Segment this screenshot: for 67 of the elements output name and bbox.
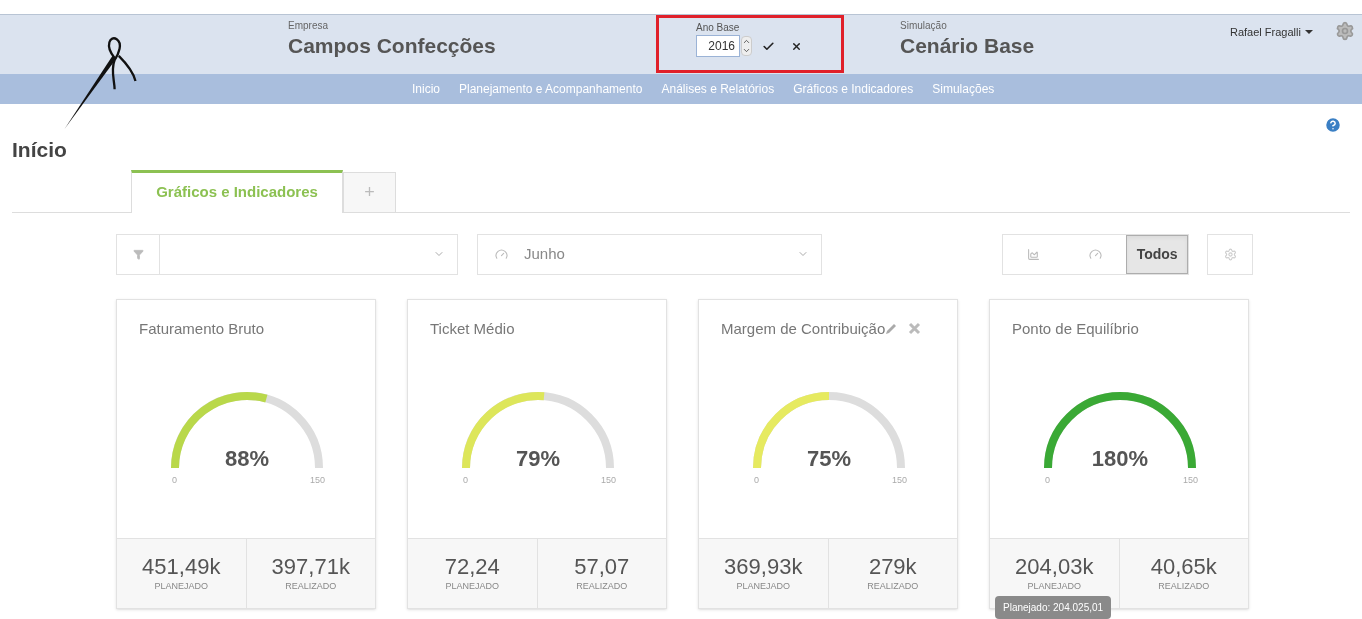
- realized-label: REALIZADO: [1158, 580, 1210, 593]
- realized-value: 40,65k: [1150, 552, 1217, 580]
- realized-value: 279k: [868, 552, 917, 580]
- year-label: Ano Base: [696, 21, 741, 35]
- realized-value: 57,07: [574, 552, 630, 580]
- gauge-percent: 180%: [1090, 445, 1150, 473]
- gauge-min: 0: [172, 474, 177, 487]
- caret-icon: [1304, 30, 1313, 35]
- planned-label: PLANEJADO: [736, 580, 790, 593]
- gauge-min: 0: [754, 474, 759, 487]
- spinner-control[interactable]: [741, 36, 752, 56]
- all-view-button[interactable]: Todos: [1126, 234, 1188, 274]
- chevron-down-icon: [742, 46, 751, 55]
- card-title: Ticket Médio: [430, 318, 515, 339]
- card-title: Margem de Contribuição: [721, 318, 886, 339]
- simulation-name: Cenário Base: [900, 33, 1036, 59]
- company-name: Campos Confecções: [288, 33, 497, 59]
- tab[interactable]: Gráficos e Indicadores: [131, 169, 343, 213]
- area-chart-icon: [1027, 247, 1041, 261]
- gauge-icon: [1089, 247, 1102, 261]
- planned-value: 369,93k: [724, 552, 803, 580]
- close-icon[interactable]: [791, 40, 802, 52]
- edit-close-icons[interactable]: [885, 322, 922, 336]
- card-title: Faturamento Bruto: [139, 318, 265, 339]
- help-icon[interactable]: [1324, 116, 1342, 134]
- user-menu[interactable]: Rafael Fragalli: [1230, 24, 1313, 41]
- nav-link[interactable]: Gráficos e Indicadores: [793, 80, 914, 98]
- realized-label: REALIZADO: [867, 580, 919, 593]
- settings-icon[interactable]: [1334, 21, 1355, 41]
- planned-value: 72,24: [444, 552, 500, 580]
- planned-label: PLANEJADO: [1027, 580, 1081, 593]
- planned-label: PLANEJADO: [154, 580, 208, 593]
- nav-link[interactable]: Análises e Relatórios: [661, 80, 775, 98]
- nav-link[interactable]: Simulações: [932, 80, 995, 98]
- realized-label: REALIZADO: [285, 580, 337, 593]
- nav-link[interactable]: Planejamento e Acompanhamento: [459, 80, 643, 98]
- realized-label: REALIZADO: [576, 580, 628, 593]
- gauge-percent: 88%: [223, 445, 270, 473]
- gauge-max: 150: [601, 474, 617, 487]
- card-title: Ponto de Equilíbrio: [1012, 318, 1139, 339]
- planned-value: 204,03k: [1015, 552, 1094, 580]
- add-tab-button[interactable]: +: [343, 171, 396, 212]
- gauge-max: 150: [1183, 474, 1199, 487]
- year-field[interactable]: 2016: [696, 35, 740, 57]
- gauge-percent: 79%: [514, 445, 561, 473]
- settings-button[interactable]: [1207, 233, 1253, 275]
- filter-select[interactable]: [116, 233, 458, 275]
- planned-label: PLANEJADO: [445, 580, 499, 593]
- page-title: Início: [12, 137, 67, 163]
- chevron-up-icon: [742, 37, 751, 46]
- company-label: Empresa: [288, 19, 329, 33]
- check-icon[interactable]: [762, 39, 775, 53]
- realized-value: 397,71k: [271, 552, 350, 580]
- gauge-min: 0: [1045, 474, 1050, 487]
- filter-icon: [132, 248, 144, 260]
- planned-value: 451,49k: [142, 552, 221, 580]
- gauge-min: 0: [463, 474, 468, 487]
- simulation-label: Simulação: [900, 19, 948, 33]
- month-value: Junho: [524, 243, 566, 264]
- gauge-icon: [494, 247, 508, 261]
- gauge-max: 150: [310, 474, 326, 487]
- settings-icon: [1223, 247, 1237, 261]
- gauge-percent: 75%: [805, 445, 852, 473]
- nav-link[interactable]: Inicio: [412, 80, 440, 98]
- tooltip: Planejado: 204.025,01: [995, 595, 1112, 619]
- month-select[interactable]: Junho: [477, 233, 822, 275]
- gauge-max: 150: [892, 474, 908, 487]
